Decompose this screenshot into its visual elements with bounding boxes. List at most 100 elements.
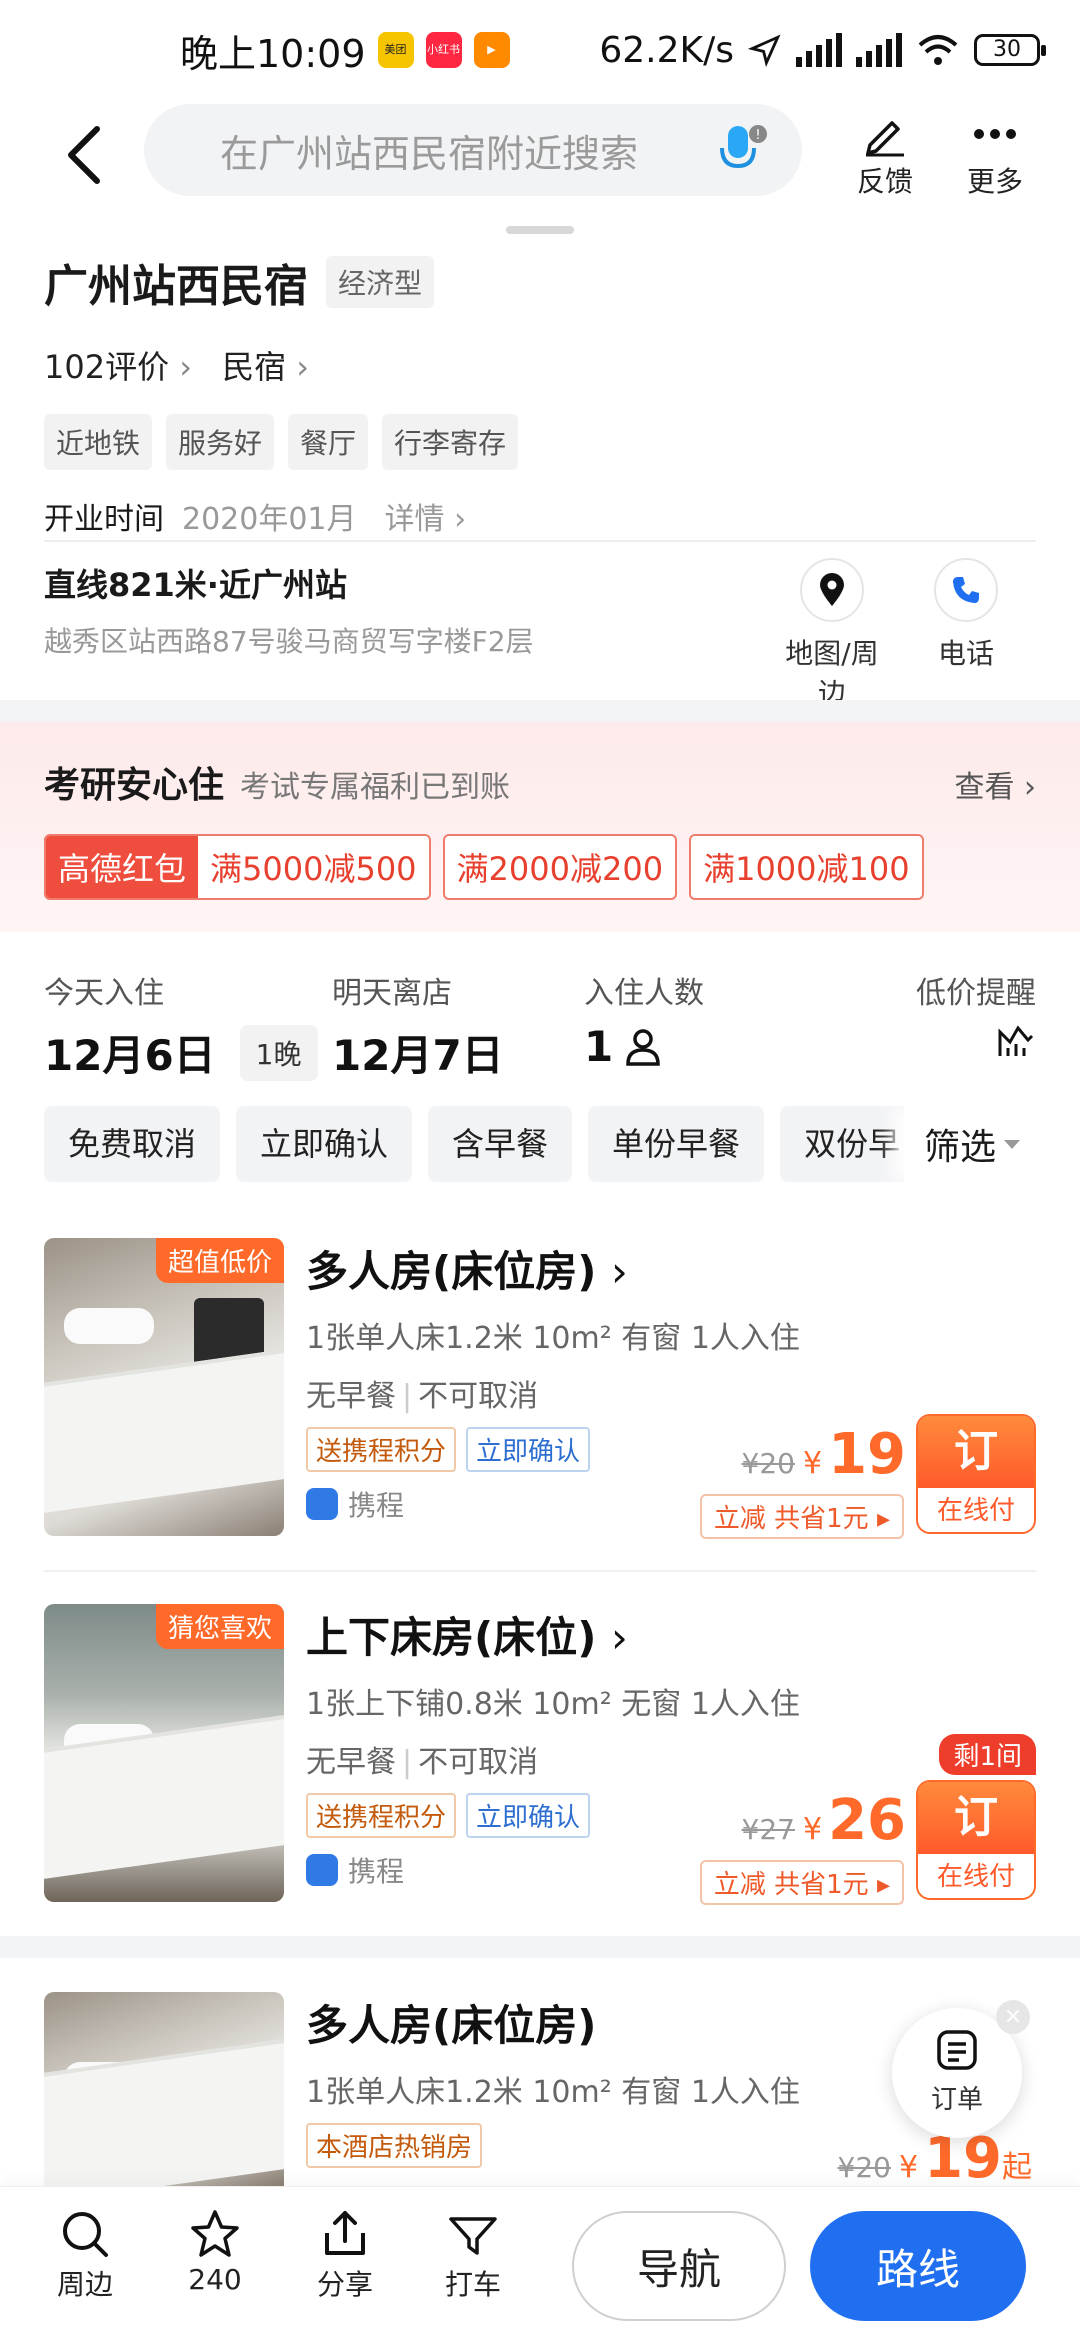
price-line: ¥27 ¥ 26 xyxy=(742,1788,906,1853)
chevron-right-icon: › xyxy=(611,1247,628,1296)
address-block[interactable]: 直线821米·近广州站 越秀区站西路87号骏马商贸写字楼F2层 xyxy=(44,560,744,660)
more-label: 更多 xyxy=(966,165,1023,198)
room-source: 携程 xyxy=(348,1489,405,1522)
filter-chip[interactable]: 免费取消 xyxy=(44,1106,221,1182)
promo-subtitle: 考试专属福利已到账 xyxy=(240,770,511,805)
signal-icon-2 xyxy=(856,33,902,67)
guests-label: 入住人数 xyxy=(584,976,704,1011)
chevron-right-icon: › xyxy=(611,1613,628,1662)
checkin-date-picker[interactable]: 今天入住 12月6日 1晚 xyxy=(44,968,318,1083)
currency: ¥ xyxy=(898,2150,919,2185)
price: 26 xyxy=(828,1788,906,1853)
cancel-policy: 不可取消 xyxy=(418,1745,539,1780)
signal-icon xyxy=(796,33,842,67)
promo-title: 考研安心住 xyxy=(44,765,225,806)
book-label: 订 xyxy=(918,1416,1034,1488)
taxi-flag-icon xyxy=(449,2217,497,2255)
reviews-count: 102评价 xyxy=(44,348,170,386)
filter-chip[interactable]: 含早餐 xyxy=(428,1106,573,1182)
checkout-label: 明天离店 xyxy=(332,976,452,1011)
book-button[interactable]: 订 在线付 xyxy=(916,1414,1036,1534)
price-alert-button[interactable]: 低价提醒 xyxy=(916,968,1036,1060)
filter-chip[interactable]: 立即确认 xyxy=(236,1106,413,1182)
feedback-button[interactable]: 反馈 xyxy=(840,108,930,200)
person-icon xyxy=(626,1028,660,1066)
points-tag: 送携程积分 xyxy=(306,1427,457,1472)
filter-chip[interactable]: 双份早 xyxy=(780,1106,904,1182)
route-button[interactable]: 路线 xyxy=(810,2211,1026,2321)
saving-badge[interactable]: 立减 共省1元 ▸ xyxy=(699,1860,904,1905)
close-icon[interactable]: × xyxy=(996,2000,1030,2034)
order-label: 订单 xyxy=(930,2085,983,2115)
favorite-button[interactable]: 240 xyxy=(170,2205,260,2296)
hotel-tag: 行李寄存 xyxy=(382,414,519,470)
taxi-button[interactable]: 打车 xyxy=(428,2205,518,2303)
nights-badge: 1晚 xyxy=(239,1024,318,1081)
room-photo: 猜您喜欢 xyxy=(44,1604,284,1902)
chevron-right-icon: › xyxy=(179,348,193,386)
room-specs: 1张单人床1.2米 10m² 有窗 1人入住 xyxy=(306,1321,800,1356)
promo-view-link[interactable]: 查看 › xyxy=(954,762,1036,806)
room-title: 多人房(床位房) xyxy=(306,1247,597,1296)
xiaohongshu-app-icon: 小红书 xyxy=(425,32,462,68)
coupon[interactable]: 满2000减200 xyxy=(442,834,678,900)
map-nearby-button[interactable]: 地图/周边 xyxy=(772,558,892,712)
currency: ¥ xyxy=(802,1446,823,1481)
location-pin-icon xyxy=(820,573,844,606)
stay-selector: 今天入住 12月6日 1晚 明天离店 12月7日 入住人数 1 低价提醒 xyxy=(44,968,1036,1081)
nearby-button[interactable]: 周边 xyxy=(40,2205,130,2303)
book-button[interactable]: 订 在线付 xyxy=(916,1780,1036,1900)
ctrip-logo-icon xyxy=(306,1854,338,1886)
price-trend-icon xyxy=(998,1025,1034,1056)
share-icon xyxy=(325,2211,365,2255)
coupon[interactable]: 高德红包 满5000减500 xyxy=(44,834,431,900)
room-title-link[interactable]: 多人房(床位房) › xyxy=(306,1238,1036,1299)
status-bar: 晚上10:09 美团 小红书 ▶ 62.2K/s 30 xyxy=(0,0,1080,100)
room-title: 上下床房(床位) xyxy=(306,1613,597,1662)
share-button[interactable]: 分享 xyxy=(300,2205,390,2303)
price-line: ¥20 ¥ 19 xyxy=(742,1422,906,1487)
back-button[interactable] xyxy=(48,120,118,190)
room-title-link[interactable]: 上下床房(床位) › xyxy=(306,1604,1036,1665)
microphone-icon[interactable]: ! xyxy=(712,120,772,180)
phone-button[interactable]: 电话 xyxy=(906,558,1026,672)
rooms-left-badge: 剩1间 xyxy=(939,1734,1036,1775)
room-source: 携程 xyxy=(348,1855,405,1888)
category-label: 民宿 xyxy=(222,348,287,386)
hotel-name: 广州站西民宿 xyxy=(44,261,308,312)
room-specs: 1张上下铺0.8米 10m² 无窗 1人入住 xyxy=(306,1687,800,1722)
coupon[interactable]: 满1000减100 xyxy=(689,834,924,900)
room-card[interactable]: 超值低价 多人房(床位房) › 1张单人床1.2米 10m² 有窗 1人入住 无… xyxy=(44,1238,1036,1539)
room-card[interactable]: 猜您喜欢 上下床房(床位) › 1张上下铺0.8米 10m² 无窗 1人入住 无… xyxy=(44,1604,1036,1905)
divider xyxy=(44,540,1036,542)
navigate-button[interactable]: 导航 xyxy=(572,2211,786,2321)
bottom-bar: 周边 240 分享 打车 导航 路线 xyxy=(0,2186,1080,2340)
video-app-icon: ▶ xyxy=(473,32,510,68)
coupon-brand: 高德红包 xyxy=(46,836,199,898)
saving-badge[interactable]: 立减 共省1元 ▸ xyxy=(699,1494,904,1539)
hotel-tag: 餐厅 xyxy=(288,414,369,470)
phone-label: 电话 xyxy=(937,637,994,670)
favorite-count: 240 xyxy=(188,2263,242,2296)
search-input[interactable]: 在广州站西民宿附近搜索 ! xyxy=(144,104,802,196)
filter-button[interactable]: 筛选 xyxy=(904,1106,1040,1182)
details-link[interactable]: 详情 › xyxy=(385,494,467,538)
sheet-drag-handle[interactable] xyxy=(506,226,574,234)
room-badge: 超值低价 xyxy=(155,1238,284,1283)
cancel-policy: 不可取消 xyxy=(418,1379,539,1414)
hotel-type-badge: 经济型 xyxy=(326,256,435,308)
filter-chip[interactable]: 单份早餐 xyxy=(588,1106,765,1182)
promo-banner[interactable]: 考研安心住 考试专属福利已到账 查看 › 高德红包 满5000减500 满200… xyxy=(0,722,1080,932)
search-placeholder: 在广州站西民宿附近搜索 xyxy=(220,131,639,176)
svg-text:!: ! xyxy=(755,128,760,143)
room-card[interactable]: 多人房(床位房) 1张单人床1.2米 10m² 有窗 1人入住 本酒店热销房 ¥… xyxy=(44,1992,1036,2192)
checkout-date-picker[interactable]: 明天离店 12月7日 xyxy=(332,968,504,1083)
meituan-app-icon: 美团 xyxy=(377,32,414,68)
promo-view-label: 查看 xyxy=(954,770,1015,805)
more-dots-icon xyxy=(974,129,1016,139)
original-price: ¥20 xyxy=(741,1447,795,1480)
more-button[interactable]: 更多 xyxy=(950,108,1040,200)
category-link[interactable]: 民宿 › xyxy=(222,342,309,388)
guests-picker[interactable]: 入住人数 1 xyxy=(584,968,704,1071)
reviews-link[interactable]: 102评价 › xyxy=(44,342,192,388)
